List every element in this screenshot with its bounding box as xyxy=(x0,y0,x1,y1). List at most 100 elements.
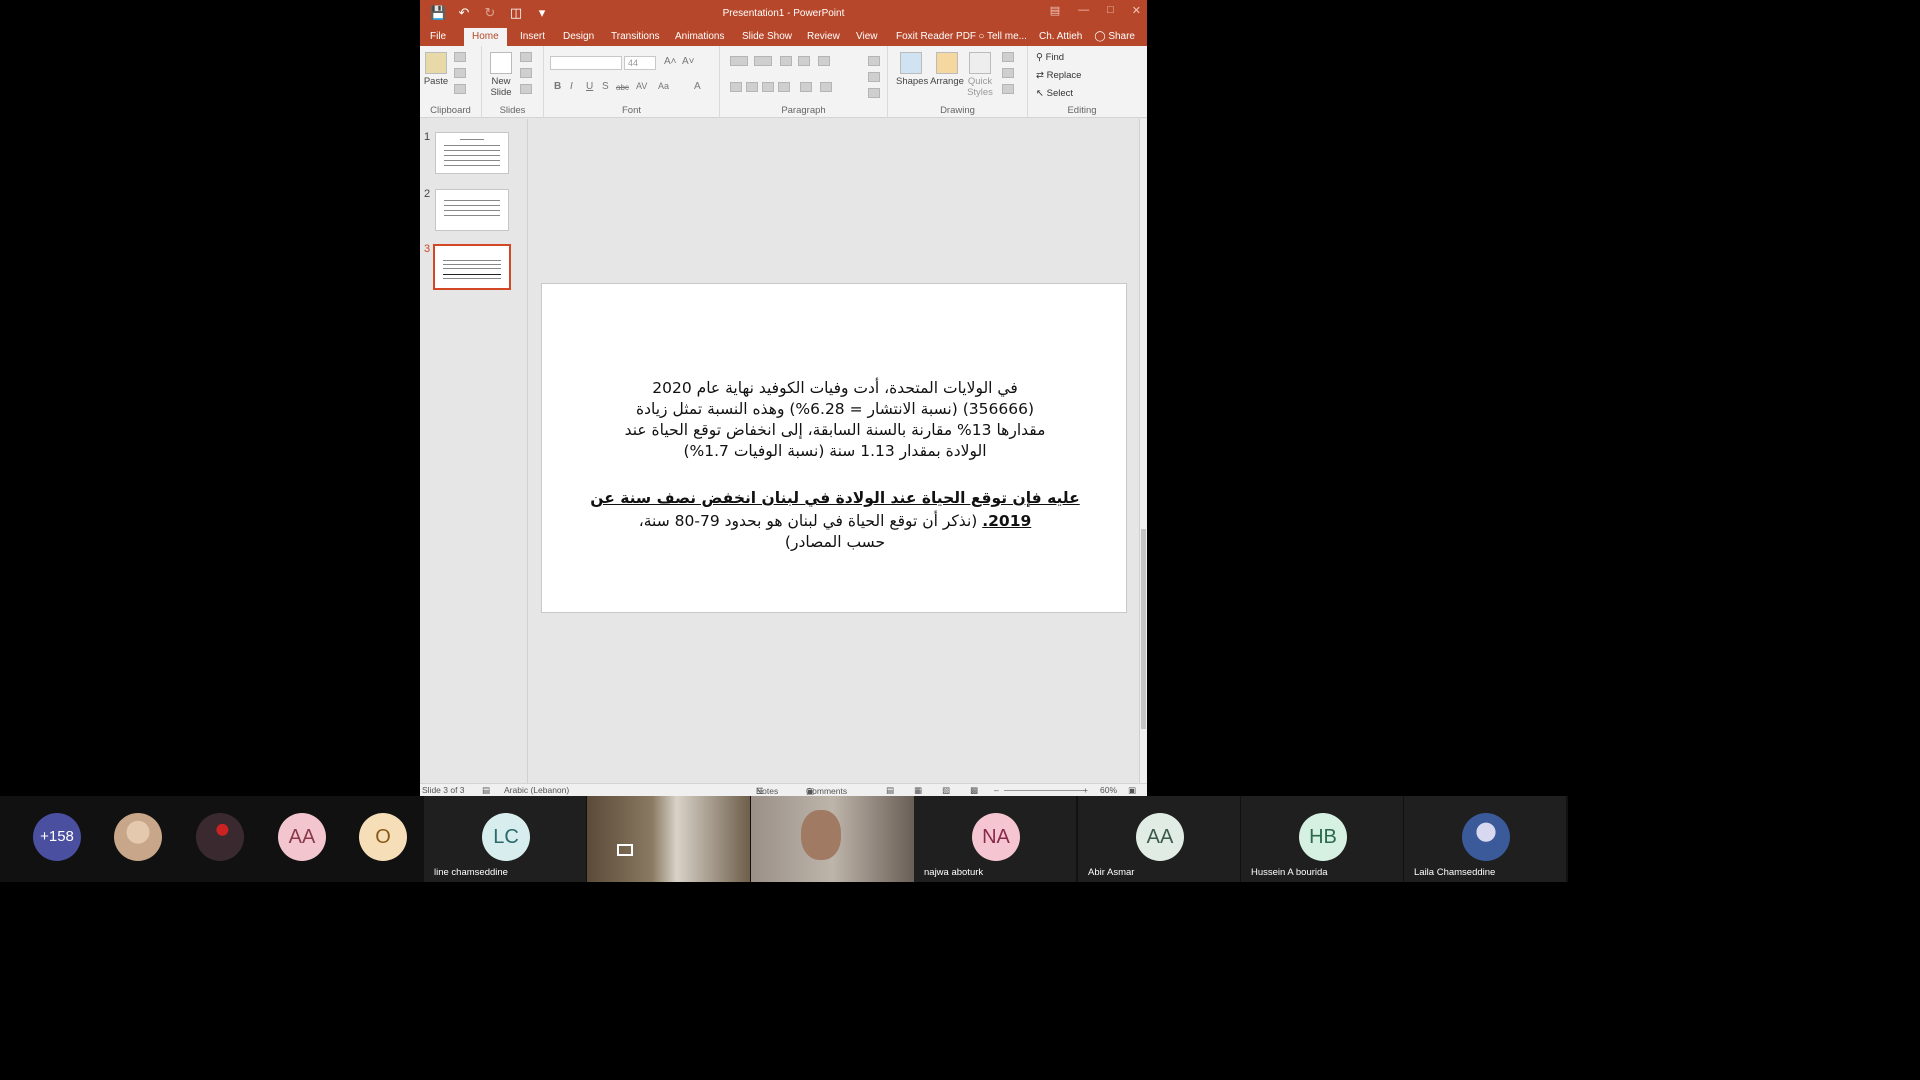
font-color-button[interactable]: A xyxy=(694,81,701,92)
participant-avatar-initials[interactable]: AA xyxy=(278,813,326,861)
tab-home[interactable]: Home xyxy=(464,28,507,46)
reading-view-icon[interactable]: ▧ xyxy=(942,785,950,796)
screen-share-icon xyxy=(617,844,633,856)
cut-icon[interactable] xyxy=(454,52,466,62)
slide-text-line: حسب المصادر) xyxy=(784,533,886,551)
columns-icon[interactable] xyxy=(800,82,812,92)
arrange-button[interactable]: Arrange xyxy=(930,52,964,87)
align-right-icon[interactable] xyxy=(762,82,774,92)
zoom-slider[interactable] xyxy=(1004,790,1084,791)
tab-slide-show[interactable]: Slide Show xyxy=(742,31,792,42)
spellcheck-icon[interactable]: ▤ xyxy=(482,785,490,796)
zoom-out-icon[interactable]: – xyxy=(994,785,999,795)
tab-animations[interactable]: Animations xyxy=(675,31,724,42)
smartart-icon[interactable] xyxy=(868,88,880,98)
shape-fill-icon[interactable] xyxy=(1002,52,1014,62)
slide-thumbnail-2[interactable] xyxy=(435,189,509,231)
slide-text-line: في الولايات المتحدة، أدت وفيات الكوفيد ن… xyxy=(652,379,1018,397)
tab-transitions[interactable]: Transitions xyxy=(611,31,660,42)
bold-button[interactable]: B xyxy=(554,81,561,92)
normal-view-icon[interactable]: ▤ xyxy=(886,785,894,796)
align-center-icon[interactable] xyxy=(746,82,758,92)
editing-label: Editing xyxy=(1067,105,1097,116)
italic-button[interactable]: I xyxy=(570,81,573,92)
user-name[interactable]: Ch. Attieh xyxy=(1039,31,1082,42)
font-size-box[interactable]: 44 xyxy=(624,56,656,70)
tab-foxit-reader-pdf[interactable]: Foxit Reader PDF xyxy=(896,31,976,42)
slide-thumbnail-3[interactable] xyxy=(433,244,511,290)
zoom-in-icon[interactable]: + xyxy=(1083,785,1088,795)
shape-effects-icon[interactable] xyxy=(1002,84,1014,94)
current-slide[interactable]: في الولايات المتحدة، أدت وفيات الكوفيد ن… xyxy=(541,283,1127,613)
select-button[interactable]: ↖ Select xyxy=(1036,88,1073,99)
slide-sorter-icon[interactable]: ▦ xyxy=(914,785,922,796)
numbering-icon[interactable] xyxy=(754,56,772,66)
participant-tile[interactable]: Laila Chamseddine xyxy=(1404,796,1566,882)
slide-show-icon[interactable]: ▩ xyxy=(970,785,978,796)
maximize-icon[interactable]: □ xyxy=(1107,4,1114,17)
replace-button[interactable]: ⇄ Replace xyxy=(1036,70,1081,81)
decrease-indent-icon[interactable] xyxy=(780,56,792,66)
change-case-button[interactable]: Aa xyxy=(658,81,669,91)
justify-icon[interactable] xyxy=(778,82,790,92)
underline-button[interactable]: U xyxy=(586,81,593,92)
participant-avatar-initials: LC xyxy=(482,813,530,861)
participant-tile[interactable]: NA najwa aboturk xyxy=(914,796,1076,882)
lightbulb-icon: ○ xyxy=(978,31,987,42)
format-painter-icon[interactable] xyxy=(454,84,466,94)
participant-avatar-initials[interactable]: O xyxy=(359,813,407,861)
close-icon[interactable]: ✕ xyxy=(1132,4,1141,17)
shape-outline-icon[interactable] xyxy=(1002,68,1014,78)
participant-video[interactable] xyxy=(587,796,750,882)
more-participants-count[interactable]: +158 xyxy=(33,813,81,861)
copy-icon[interactable] xyxy=(454,68,466,78)
increase-indent-icon[interactable] xyxy=(798,56,810,66)
participant-name: Laila Chamseddine xyxy=(1414,867,1496,878)
participant-avatar-photo[interactable] xyxy=(114,813,162,861)
participant-video[interactable] xyxy=(751,796,914,882)
tell-me-box[interactable]: ○ Tell me... xyxy=(978,31,1027,42)
drawing-label: Drawing xyxy=(940,105,975,116)
tab-design[interactable]: Design xyxy=(563,31,594,42)
reset-icon[interactable] xyxy=(520,68,532,78)
slide-thumbnail-1[interactable] xyxy=(435,132,509,174)
tab-review[interactable]: Review xyxy=(807,31,840,42)
shadow-button[interactable]: S xyxy=(602,81,609,92)
minimize-icon[interactable]: — xyxy=(1078,4,1089,17)
fit-to-window-icon[interactable]: ▣ xyxy=(1128,785,1136,796)
character-spacing-button[interactable]: AV xyxy=(636,81,647,91)
shapes-button[interactable]: Shapes xyxy=(896,52,928,87)
ribbon-display-icon[interactable]: ▤ xyxy=(1050,4,1060,17)
tab-insert[interactable]: Insert xyxy=(520,31,545,42)
rtl-icon[interactable] xyxy=(820,82,832,92)
thumbnail-number: 1 xyxy=(424,131,431,143)
tab-file[interactable]: File xyxy=(430,31,446,42)
layout-icon[interactable] xyxy=(520,52,532,62)
paste-button[interactable]: Paste xyxy=(422,52,450,87)
align-text-icon[interactable] xyxy=(868,72,880,82)
scrollbar-thumb[interactable] xyxy=(1141,529,1146,729)
new-slide-icon xyxy=(490,52,512,74)
participant-tile[interactable]: HB Hussein A bourida xyxy=(1241,796,1403,882)
strikethrough-button[interactable]: abc xyxy=(616,83,629,92)
text-direction-icon[interactable] xyxy=(868,56,880,66)
tab-view[interactable]: View xyxy=(856,31,878,42)
participant-tile[interactable]: LC line chamseddine xyxy=(424,796,586,882)
grow-font-icon[interactable]: A˄ xyxy=(664,56,677,67)
line-spacing-icon[interactable] xyxy=(818,56,830,66)
zoom-level[interactable]: 60% xyxy=(1100,785,1117,795)
new-slide-button[interactable]: New Slide xyxy=(486,52,516,98)
share-button[interactable]: ◯ Share xyxy=(1094,31,1135,42)
bullets-icon[interactable] xyxy=(730,56,748,66)
vertical-scrollbar[interactable] xyxy=(1139,119,1147,783)
language-label[interactable]: Arabic (Lebanon) xyxy=(504,785,569,795)
participant-tile[interactable]: AA Abir Asmar xyxy=(1078,796,1240,882)
quick-styles-button[interactable]: Quick Styles xyxy=(966,52,994,98)
shrink-font-icon[interactable]: A˅ xyxy=(682,56,695,67)
find-button[interactable]: ⚲ Find xyxy=(1036,52,1064,63)
section-icon[interactable] xyxy=(520,84,532,94)
window-title: Presentation1 - PowerPoint xyxy=(722,8,845,19)
participant-avatar-photo[interactable] xyxy=(196,813,244,861)
font-name-box[interactable] xyxy=(550,56,622,70)
align-left-icon[interactable] xyxy=(730,82,742,92)
